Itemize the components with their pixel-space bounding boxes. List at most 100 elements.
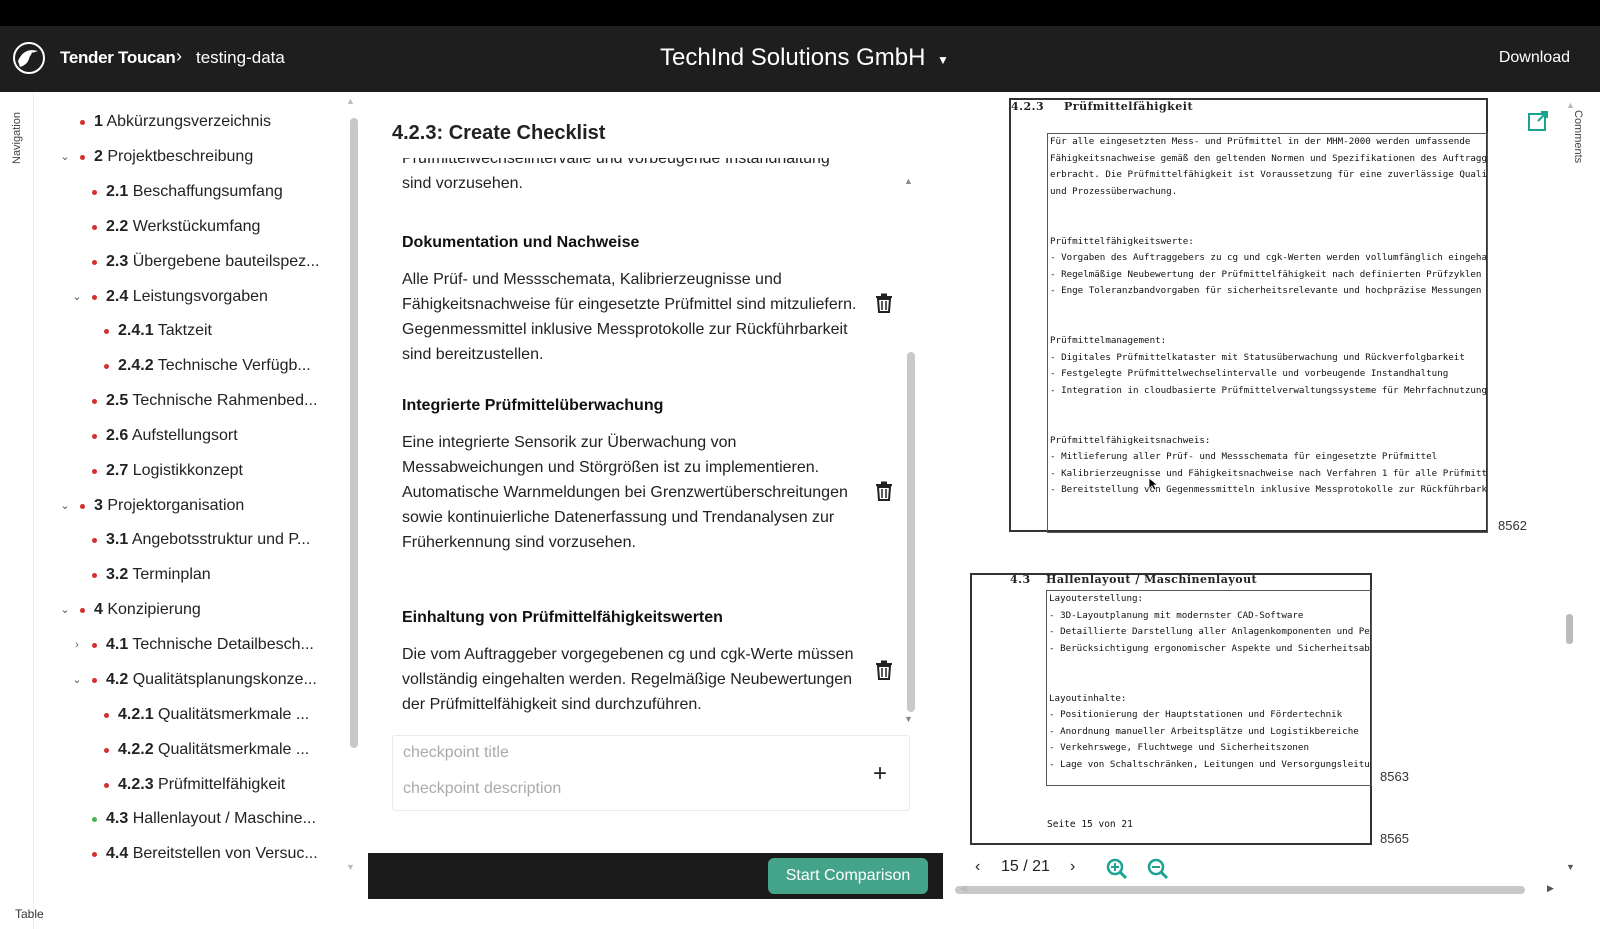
nav-item-4-3[interactable]: 4.3 Hallenlayout / Maschine... — [40, 805, 340, 833]
navigation-tab[interactable]: Navigation — [11, 112, 23, 164]
pdf-viewer: 4.2.3 Prüfmittelfähigkeit Für alle einge… — [950, 92, 1600, 929]
checkpoint-title[interactable]: Einhaltung von Prüfmittelfähigkeitswerte… — [402, 609, 723, 627]
pdf-scroll-left-icon[interactable]: ◀ — [960, 883, 967, 894]
open-external-icon[interactable] — [1527, 110, 1549, 132]
status-dot — [92, 573, 97, 578]
pdf-line-number: 8562 — [1498, 518, 1527, 533]
start-comparison-button[interactable]: Start Comparison — [768, 858, 928, 894]
nav-item-2-6[interactable]: 2.6 Aufstellungsort — [40, 422, 340, 450]
zoom-in-icon[interactable] — [1106, 858, 1128, 880]
chevron-down-icon[interactable]: ⌄ — [70, 666, 84, 694]
nav-item-2-4[interactable]: ⌄ 2.4 Leistungsvorgaben — [40, 283, 340, 311]
checklist-scroll-up-icon[interactable]: ▲ — [904, 176, 913, 186]
window-top-strip — [0, 0, 1600, 26]
nav-item-2-4-2[interactable]: 2.4.2 Technische Verfügb... — [40, 352, 340, 380]
app-header: Tender Toucan › testing-data TechInd Sol… — [0, 26, 1600, 92]
nav-item-2[interactable]: ⌄ 2 Projektbeschreibung — [40, 143, 340, 171]
status-dot — [92, 643, 97, 648]
download-button[interactable]: Download — [1499, 49, 1570, 67]
left-rail — [0, 92, 34, 929]
nav-item-2-1[interactable]: 2.1 Beschaffungsumfang — [40, 178, 340, 206]
checklist-scrollbar[interactable] — [907, 352, 915, 712]
nav-scroll-up-icon[interactable]: ▲ — [346, 96, 355, 106]
pdf-section-text[interactable]: Für alle eingesetzten Mess- und Prüfmitt… — [1047, 133, 1488, 533]
status-dot — [92, 538, 97, 543]
breadcrumb-project[interactable]: testing-data — [196, 48, 285, 68]
status-dot — [104, 748, 109, 753]
nav-item-2-2[interactable]: 2.2 Werkstückumfang — [40, 213, 340, 241]
chevron-down-icon[interactable]: ⌄ — [58, 492, 72, 520]
chevron-down-icon[interactable]: ⌄ — [58, 143, 72, 171]
trash-icon[interactable] — [875, 293, 893, 313]
checklist-scroll-area[interactable]: Prüfmittelwechselintervalle und vorbeuge… — [402, 158, 862, 718]
status-dot — [80, 504, 85, 509]
status-dot — [92, 225, 97, 230]
pdf-line-number: 8565 — [1380, 831, 1409, 846]
breadcrumb-chevron-icon: › — [176, 46, 182, 66]
brand-name[interactable]: Tender Toucan — [60, 48, 176, 68]
checklist-title: 4.2.3: Create Checklist — [392, 122, 606, 144]
checklist-panel: 4.2.3: Create Checklist Prüfmittelwechse… — [368, 92, 943, 929]
nav-item-4-2-2[interactable]: 4.2.2 Qualitätsmerkmale ... — [40, 736, 340, 764]
nav-item-4-2-3[interactable]: 4.2.3 Prüfmittelfähigkeit — [40, 771, 340, 799]
pdf-scroll-up-icon[interactable]: ▲ — [1566, 100, 1575, 110]
status-dot — [104, 713, 109, 718]
status-dot — [104, 783, 109, 788]
nav-item-2-4-1[interactable]: 2.4.1 Taktzeit — [40, 317, 340, 345]
checkpoint-title[interactable]: Integrierte Prüfmittelüberwachung — [402, 397, 663, 415]
pdf-section-text[interactable]: Layouterstellung: - 3D-Layoutplanung mit… — [1046, 590, 1372, 786]
nav-item-2-5[interactable]: 2.5 Technische Rahmenbed... — [40, 387, 340, 415]
nav-item-4-4[interactable]: 4.4 Bereitstellen von Versuc... — [40, 840, 340, 868]
nav-item-4-2-1[interactable]: 4.2.1 Qualitätsmerkmale ... — [40, 701, 340, 729]
status-dot — [92, 260, 97, 265]
nav-item-4-2[interactable]: ⌄ 4.2 Qualitätsplanungskonze... — [40, 666, 340, 694]
zoom-out-icon[interactable] — [1147, 858, 1169, 880]
previous-page-icon[interactable]: ‹ — [975, 858, 980, 876]
nav-item-3-1[interactable]: 3.1 Angebotsstruktur und P... — [40, 526, 340, 554]
pdf-vertical-scrollbar[interactable] — [1566, 614, 1573, 644]
status-dot — [80, 608, 85, 613]
trash-icon[interactable] — [875, 481, 893, 501]
action-bar: Start Comparison — [368, 853, 943, 899]
checklist-scroll-down-icon[interactable]: ▼ — [904, 714, 913, 724]
nav-item-2-7[interactable]: 2.7 Logistikkonzept — [40, 457, 340, 485]
pdf-section-number: 4.3 — [1010, 573, 1031, 586]
nav-scroll-down-icon[interactable]: ▼ — [346, 862, 355, 872]
status-dot — [104, 364, 109, 369]
pdf-horizontal-scrollbar[interactable] — [955, 886, 1525, 894]
status-dot — [92, 852, 97, 857]
document-navigation: 1 Abkürzungsverzeichnis ⌄ 2 Projektbesch… — [40, 104, 340, 884]
chevron-right-icon[interactable]: › — [70, 631, 84, 659]
next-page-icon[interactable]: › — [1070, 858, 1075, 876]
status-dot — [92, 190, 97, 195]
checkpoint-description-input[interactable] — [403, 780, 843, 798]
nav-scrollbar[interactable] — [350, 118, 358, 748]
chevron-down-icon[interactable]: ⌄ — [58, 596, 72, 624]
trash-icon[interactable] — [875, 660, 893, 680]
chevron-down-icon[interactable]: ⌄ — [70, 283, 84, 311]
nav-item-3-2[interactable]: 3.2 Terminplan — [40, 561, 340, 589]
checkpoint-description[interactable]: Alle Prüf- und Messschemata, Kalibrierze… — [402, 267, 857, 367]
pdf-page-footer: Seite 15 von 21 — [1047, 819, 1133, 830]
nav-item-3[interactable]: ⌄ 3 Projektorganisation — [40, 492, 340, 520]
nav-item-1[interactable]: 1 Abkürzungsverzeichnis — [40, 108, 340, 136]
comments-tab[interactable]: Comments — [1572, 110, 1584, 163]
status-dot — [92, 678, 97, 683]
nav-item-4[interactable]: ⌄ 4 Konzipierung — [40, 596, 340, 624]
nav-item-2-3[interactable]: 2.3 Übergebene bauteilspez... — [40, 248, 340, 276]
status-dot — [92, 469, 97, 474]
toucan-logo-icon[interactable] — [12, 41, 46, 75]
nav-item-4-1[interactable]: › 4.1 Technische Detailbesch... — [40, 631, 340, 659]
pdf-scroll-down-icon[interactable]: ▼ — [1566, 862, 1575, 872]
checkpoint-title[interactable]: Dokumentation und Nachweise — [402, 234, 639, 252]
checkpoint-description[interactable]: Die vom Auftraggeber vorgegebenen cg und… — [402, 642, 857, 717]
checkpoint-description[interactable]: Eine integrierte Sensorik zur Überwachun… — [402, 430, 857, 555]
pdf-scroll-right-icon[interactable]: ▶ — [1547, 883, 1554, 894]
chevron-down-icon[interactable]: ▼ — [937, 53, 949, 67]
page-indicator: 15 / 21 — [1001, 858, 1050, 875]
company-selector[interactable]: TechInd Solutions GmbH — [660, 44, 925, 72]
checkpoint-title-input[interactable] — [403, 744, 843, 762]
pdf-section-title: Prüfmittelfähigkeit — [1064, 100, 1194, 113]
add-checkpoint-button[interactable]: + — [873, 760, 887, 788]
table-tab[interactable]: Table — [15, 907, 44, 921]
